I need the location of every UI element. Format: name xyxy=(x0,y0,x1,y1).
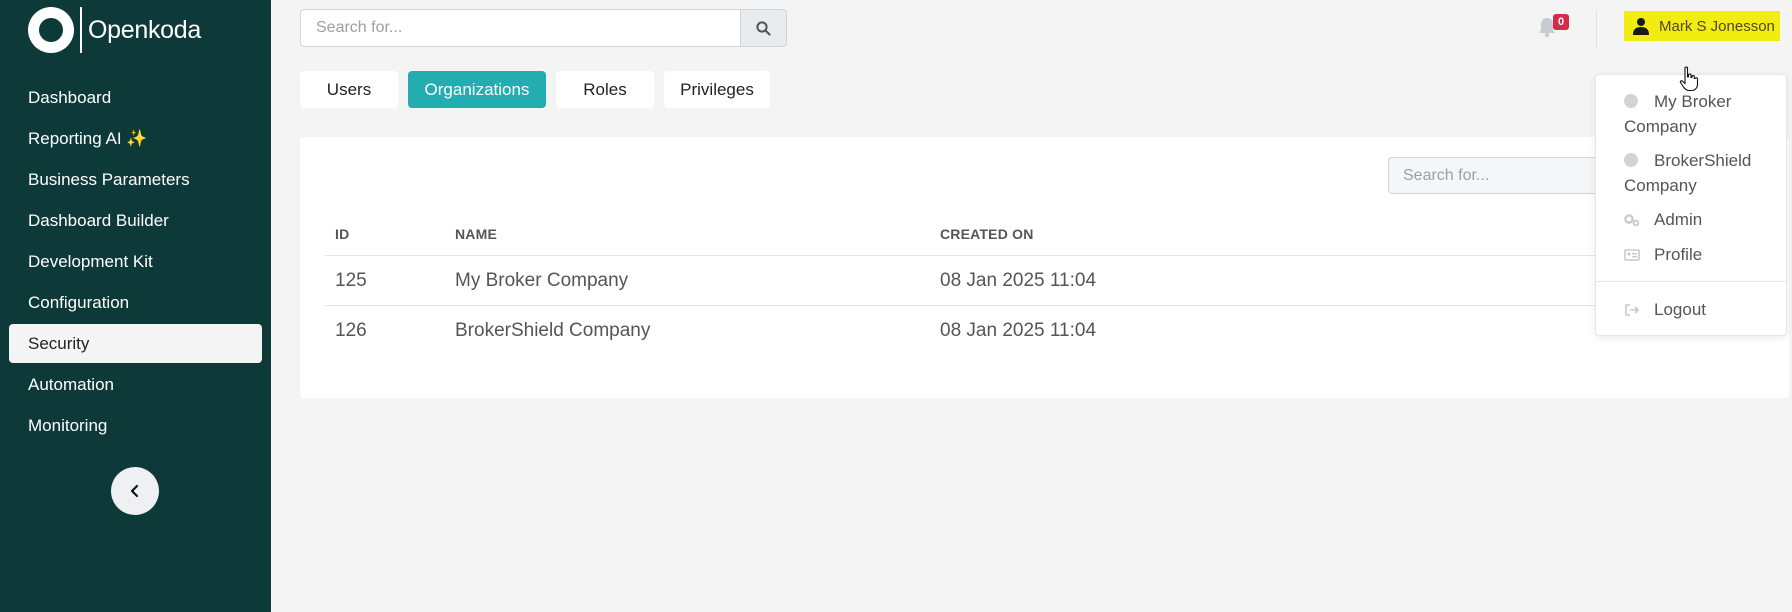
user-icon xyxy=(1633,18,1649,35)
sidebar-collapse-button[interactable] xyxy=(111,467,159,515)
row-1-name[interactable]: My Broker Company xyxy=(455,270,628,292)
column-header-created-on[interactable]: CREATED ON xyxy=(940,226,1034,242)
search-button[interactable] xyxy=(740,9,787,47)
table-divider xyxy=(325,255,1615,256)
column-header-id[interactable]: ID xyxy=(335,226,349,242)
tab-organizations[interactable]: Organizations xyxy=(408,71,546,108)
logout-icon xyxy=(1625,304,1640,316)
row-1-id: 125 xyxy=(335,270,367,291)
table-divider xyxy=(325,305,1615,306)
table-search-input[interactable] xyxy=(1388,157,1608,194)
sidebar-item-development-kit[interactable]: Development Kit xyxy=(9,242,262,281)
org-item-label: Company xyxy=(1624,176,1697,195)
admin-menu-item[interactable]: Admin xyxy=(1624,207,1702,232)
row-2-name[interactable]: BrokerShield Company xyxy=(455,320,650,342)
sidebar: Openkoda Dashboard Reporting AI ✨ Busine… xyxy=(0,0,271,612)
logo[interactable]: Openkoda xyxy=(28,6,201,54)
logo-divider xyxy=(80,7,82,53)
user-dropdown-menu: My Broker Company BrokerShield Company A… xyxy=(1595,74,1787,336)
sidebar-item-dashboard-builder[interactable]: Dashboard Builder xyxy=(9,201,262,240)
tab-bar: Users Organizations Roles Privileges xyxy=(300,71,780,108)
tab-users[interactable]: Users xyxy=(300,71,398,108)
chevron-left-icon xyxy=(130,484,139,498)
user-menu-button[interactable]: Mark S Jonesson xyxy=(1624,11,1780,41)
admin-label: Admin xyxy=(1654,210,1703,229)
sidebar-item-monitoring[interactable]: Monitoring xyxy=(9,406,262,445)
menu-divider xyxy=(1596,281,1786,282)
sidebar-item-automation[interactable]: Automation xyxy=(9,365,262,404)
tab-roles[interactable]: Roles xyxy=(556,71,654,108)
search-input[interactable] xyxy=(300,9,740,47)
tab-privileges[interactable]: Privileges xyxy=(664,71,770,108)
sidebar-item-business-parameters[interactable]: Business Parameters xyxy=(9,160,262,199)
user-name: Mark S Jonesson xyxy=(1659,17,1775,35)
org-item-label: BrokerShield xyxy=(1654,151,1752,170)
notification-badge: 0 xyxy=(1553,14,1569,30)
id-card-icon xyxy=(1624,249,1640,261)
organization-icon xyxy=(1624,153,1638,167)
search-icon xyxy=(756,20,771,36)
sidebar-item-dashboard[interactable]: Dashboard xyxy=(9,78,262,117)
hand-cursor-icon xyxy=(1679,66,1699,92)
profile-label: Profile xyxy=(1654,245,1703,264)
row-1-created-on: 08 Jan 2025 11:04 xyxy=(940,270,1097,291)
org-item-brokershield[interactable]: BrokerShield Company xyxy=(1624,148,1751,198)
profile-menu-item[interactable]: Profile xyxy=(1624,242,1702,267)
logout-menu-item[interactable]: Logout xyxy=(1624,297,1706,322)
header-divider xyxy=(1596,10,1597,48)
logo-text: Openkoda xyxy=(88,15,201,44)
column-header-name[interactable]: NAME xyxy=(455,226,497,242)
gears-icon xyxy=(1624,214,1640,227)
row-2-created-on: 08 Jan 2025 11:04 xyxy=(940,320,1097,341)
top-search xyxy=(300,9,787,47)
sidebar-item-reporting-ai[interactable]: Reporting AI ✨ xyxy=(9,119,262,158)
row-2-id: 126 xyxy=(335,320,367,341)
organization-icon xyxy=(1624,94,1638,108)
sidebar-item-security[interactable]: Security xyxy=(9,324,262,363)
org-item-label: My Broker xyxy=(1654,92,1732,111)
logout-label: Logout xyxy=(1654,300,1706,319)
sidebar-nav: Dashboard Reporting AI ✨ Business Parame… xyxy=(9,78,262,447)
org-item-label: Company xyxy=(1624,117,1697,136)
logo-icon xyxy=(28,7,74,53)
sidebar-item-configuration[interactable]: Configuration xyxy=(9,283,262,322)
org-item-my-broker[interactable]: My Broker Company xyxy=(1624,89,1731,139)
